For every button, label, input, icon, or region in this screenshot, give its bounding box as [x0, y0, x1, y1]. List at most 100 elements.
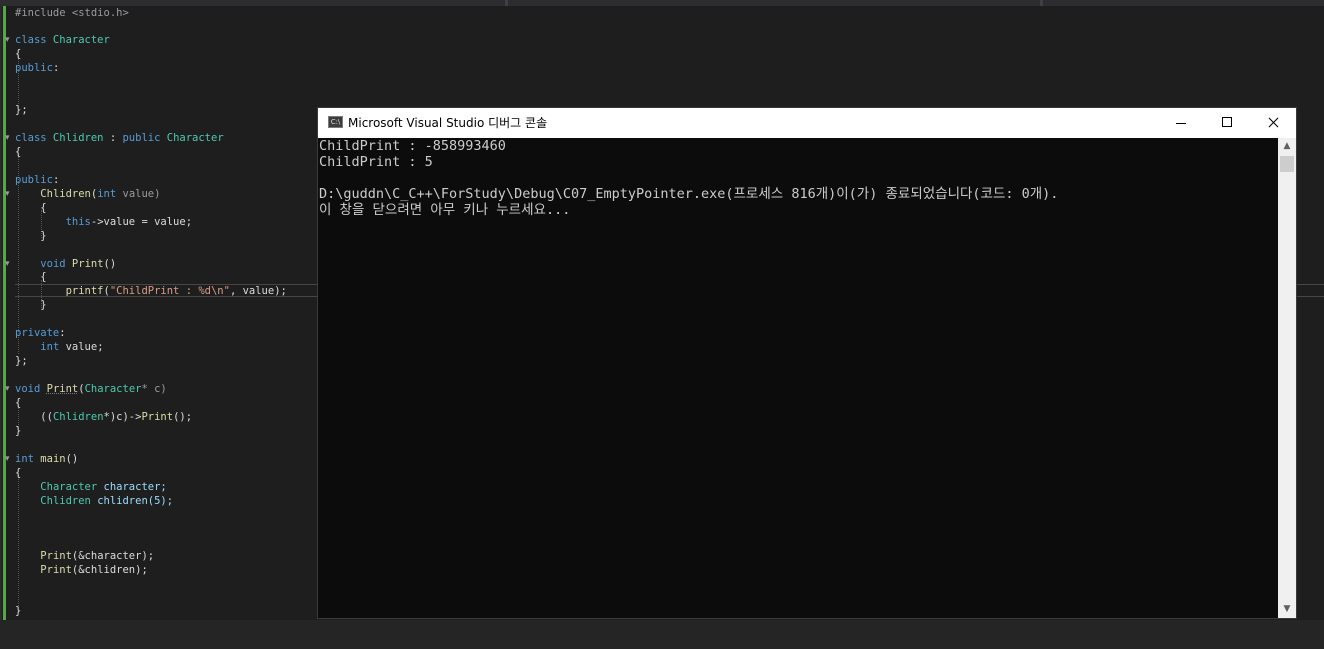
debug-console-window[interactable]: C:\ Microsoft Visual Studio 디버그 콘솔 Child… — [318, 108, 1296, 618]
token: value) — [116, 188, 161, 200]
token: main — [40, 453, 66, 465]
code-line: this->value = value; — [15, 215, 192, 229]
token: }; — [15, 355, 28, 367]
code-line: int main() — [15, 452, 78, 466]
code-line: Print(&chlidren); — [15, 563, 148, 577]
editor-bottom-area — [0, 620, 1324, 649]
token: Character — [40, 481, 98, 493]
code-line: { — [15, 47, 21, 61]
scroll-up-arrow-icon[interactable]: ▲ — [1278, 138, 1296, 155]
code-line-current[interactable]: printf("ChildPrint : %d\n", value); — [15, 284, 287, 298]
console-line: D:\guddn\C_C++\ForStudy\Debug\C07_EmptyP… — [319, 186, 1059, 202]
token: { — [15, 271, 47, 283]
token: Print — [40, 564, 72, 576]
token: * c) — [141, 383, 167, 395]
token: : — [59, 327, 66, 339]
token: Chlidren — [52, 411, 104, 423]
scroll-down-arrow-icon[interactable]: ▼ — [1278, 601, 1296, 618]
console-line: ChildPrint : 5 — [319, 154, 433, 170]
token: { — [15, 48, 22, 60]
code-line: Print(&character); — [15, 549, 154, 563]
token: (&chlidren); — [71, 564, 148, 576]
code-line: { — [15, 466, 21, 480]
token: () — [103, 258, 117, 270]
token: { — [15, 146, 22, 158]
code-line: { — [15, 396, 21, 410]
code-line: Chlidren chlidren(5); — [15, 494, 173, 508]
fold-toggle-icon[interactable]: ▾ — [5, 453, 13, 467]
token: , value); — [229, 285, 287, 297]
code-line: Chlidren(int value) — [15, 187, 160, 201]
code-line: { — [15, 201, 46, 215]
token: () — [65, 453, 79, 465]
token: void — [15, 383, 41, 395]
token: "ChildPrint : %d\n" — [109, 285, 230, 297]
token: (( — [15, 411, 53, 423]
code-line: }; — [15, 354, 28, 368]
code-line: } — [15, 604, 21, 618]
token: void — [40, 258, 66, 270]
console-line: 이 창을 닫으려면 아무 키나 누르세요... — [319, 202, 571, 218]
token: private — [15, 327, 60, 339]
fold-toggle-icon[interactable]: ▾ — [5, 258, 13, 272]
console-output[interactable]: ChildPrint : -858993460 ChildPrint : 5 D… — [318, 138, 1278, 618]
token: Chlidren — [40, 495, 91, 507]
code-line: class Character — [15, 33, 110, 47]
code-line: ((Chlidren*)c)->Print(); — [15, 410, 192, 424]
token: this — [65, 216, 91, 228]
token: Character — [160, 132, 224, 144]
fold-toggle-icon[interactable]: ▾ — [5, 383, 13, 397]
token: chlidren(5); — [90, 495, 174, 507]
token: : — [52, 174, 60, 186]
token: { — [15, 397, 22, 409]
console-titlebar[interactable]: C:\ Microsoft Visual Studio 디버그 콘솔 — [318, 108, 1296, 138]
console-title: Microsoft Visual Studio 디버그 콘솔 — [348, 116, 548, 130]
code-line: void Print() — [15, 257, 116, 271]
code-line: class Chlidren : public Character — [15, 131, 224, 145]
token: }; — [15, 104, 28, 116]
code-line: public: — [15, 61, 59, 75]
fold-toggle-icon[interactable]: ▾ — [5, 188, 13, 202]
code-line: private: — [15, 326, 66, 340]
token: #include <stdio.h> — [15, 7, 129, 19]
token: : — [103, 132, 123, 144]
editor-margin — [0, 6, 2, 620]
close-button[interactable] — [1250, 108, 1296, 138]
code-line: } — [15, 298, 47, 312]
code-line: { — [15, 145, 21, 159]
code-line: { — [15, 270, 47, 284]
token: *)c)-> — [103, 411, 142, 423]
fold-toggle-icon[interactable]: ▾ — [5, 132, 13, 146]
code-line: } — [15, 229, 46, 243]
token: Chlidren — [40, 188, 91, 200]
minimize-button[interactable] — [1158, 108, 1204, 138]
token: : — [52, 62, 60, 74]
console-scrollbar[interactable]: ▲ ▼ — [1278, 138, 1296, 618]
token: int — [97, 188, 117, 200]
token: Print — [71, 258, 104, 270]
maximize-button[interactable] — [1204, 108, 1250, 138]
code-line: #include <stdio.h> — [15, 6, 129, 20]
token: class — [15, 132, 47, 144]
token: value; — [59, 341, 104, 353]
token: printf — [65, 285, 104, 297]
token: } — [15, 299, 47, 311]
token: int — [15, 453, 34, 465]
token: } — [15, 605, 22, 617]
fold-toggle-icon[interactable]: ▾ — [5, 34, 13, 48]
scrollbar-thumb[interactable] — [1280, 156, 1294, 172]
token: { — [15, 467, 22, 479]
change-tracking-bar — [3, 6, 6, 620]
token: Character — [84, 383, 142, 395]
token: (); — [173, 411, 193, 423]
token: public — [122, 132, 161, 144]
code-line: Character character; — [15, 480, 166, 494]
